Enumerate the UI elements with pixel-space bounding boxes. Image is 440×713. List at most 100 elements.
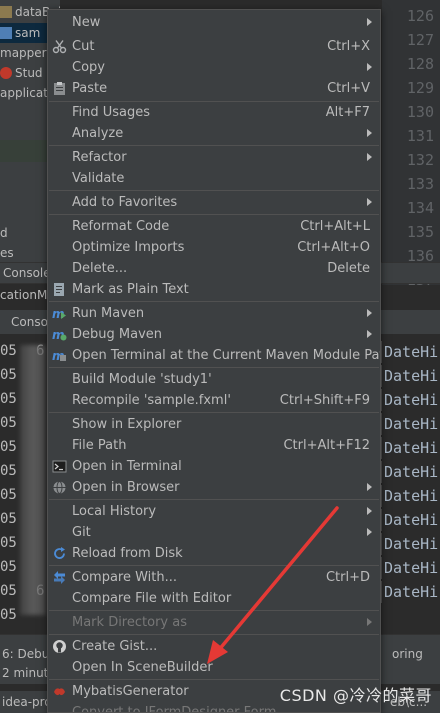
menu-item-compare-file-with-editor[interactable]: Compare File with Editor	[48, 588, 380, 609]
menu-item-refactor[interactable]: Refactor	[48, 147, 380, 168]
menu-item-open-in-browser[interactable]: Open in Browser	[48, 477, 380, 498]
menu-separator	[49, 145, 379, 146]
menu-item-add-to-favorites[interactable]: Add to Favorites	[48, 192, 380, 213]
menu-separator	[49, 610, 379, 611]
submenu-arrow-icon	[367, 198, 372, 206]
context-menu: New Cut Ctrl+X Copy Paste Ctrl+V Find Us…	[47, 9, 381, 713]
menu-item-debug-maven[interactable]: m Debug Maven	[48, 324, 380, 345]
tab-profiling[interactable]: oring	[392, 647, 423, 661]
menu-item-open-in-terminal[interactable]: Open in Terminal	[48, 456, 380, 477]
menu-item-show-in-explorer[interactable]: Show in Explorer	[48, 414, 380, 435]
menu-item-optimize-imports[interactable]: Optimize Imports Ctrl+Alt+O	[48, 237, 380, 258]
console-line-prefix: 05	[0, 391, 17, 407]
menu-item-mark-plain-text[interactable]: Mark as Plain Text	[48, 279, 380, 300]
console-line: DateHi	[380, 556, 438, 580]
clipboard-icon	[52, 81, 67, 96]
line-number: 130	[406, 103, 434, 121]
submenu-arrow-icon	[367, 330, 372, 338]
menu-item-open-in-scenebuilder[interactable]: Open In SceneBuilder	[48, 657, 380, 678]
menu-separator	[49, 634, 379, 635]
menu-item-mark-directory-as[interactable]: Mark Directory as	[48, 612, 380, 633]
console-line-prefix: 05	[0, 343, 17, 359]
console-line: DateHi	[380, 436, 438, 460]
console-line-prefix: 05	[0, 559, 17, 575]
console-line-prefix: 05	[0, 415, 17, 431]
menu-item-delete[interactable]: Delete... Delete	[48, 258, 380, 279]
plain-text-icon	[52, 282, 67, 297]
folder-icon	[0, 6, 12, 18]
submenu-arrow-icon	[367, 153, 372, 161]
mybatis-icon	[52, 684, 67, 699]
console-line-prefix: 05	[0, 535, 17, 551]
menu-separator	[49, 367, 379, 368]
menu-separator	[49, 679, 379, 680]
maven-debug-icon: m	[52, 327, 67, 342]
console-line-prefix: 05	[0, 607, 17, 623]
globe-icon	[52, 480, 67, 495]
status-path: idea-pro	[2, 695, 52, 709]
console-line: DateHi	[380, 580, 438, 604]
menu-item-find-usages[interactable]: Find Usages Alt+F7	[48, 102, 380, 123]
submenu-arrow-icon	[367, 618, 372, 626]
maven-terminal-icon: m	[52, 348, 67, 363]
console-line: DateHi	[380, 508, 438, 532]
editor-gutter: 126 127 128 129 130 131 132 133 134 135 …	[382, 0, 440, 289]
submenu-arrow-icon	[367, 528, 372, 536]
console-line: DateHi	[380, 388, 438, 412]
menu-item-reload-from-disk[interactable]: Reload from Disk	[48, 543, 380, 564]
submenu-arrow-icon	[367, 63, 372, 71]
menu-item-new[interactable]: New	[48, 12, 380, 33]
compare-icon	[52, 570, 67, 585]
console-line: DateHi	[380, 340, 438, 364]
menu-item-open-terminal-maven[interactable]: m Open Terminal at the Current Maven Mod…	[48, 345, 380, 366]
submenu-arrow-icon	[367, 309, 372, 317]
console-line: DateHi	[380, 484, 438, 508]
menu-separator	[49, 412, 379, 413]
menu-separator	[49, 301, 379, 302]
menu-item-analyze[interactable]: Analyze	[48, 123, 380, 144]
submenu-arrow-icon	[367, 129, 372, 137]
menu-item-paste[interactable]: Paste Ctrl+V	[48, 78, 380, 99]
menu-item-copy[interactable]: Copy	[48, 57, 380, 78]
menu-item-git[interactable]: Git	[48, 522, 380, 543]
terminal-icon	[52, 459, 67, 474]
console-line: DateHi	[380, 532, 438, 556]
menu-item-reformat-code[interactable]: Reformat Code Ctrl+Alt+L	[48, 216, 380, 237]
menu-separator	[49, 190, 379, 191]
console-line-prefix: 05	[0, 367, 17, 383]
line-number: 127	[406, 31, 434, 49]
github-icon	[52, 639, 67, 654]
menu-item-local-history[interactable]: Local History	[48, 501, 380, 522]
tab-console-top[interactable]: Console	[0, 263, 54, 283]
class-icon	[0, 67, 12, 79]
blurred-region	[20, 345, 46, 615]
menu-item-create-gist[interactable]: Create Gist...	[48, 636, 380, 657]
tab-application[interactable]: cationM	[0, 288, 47, 302]
menu-item-validate[interactable]: Validate	[48, 168, 380, 189]
menu-separator	[49, 565, 379, 566]
menu-item-run-maven[interactable]: m Run Maven	[48, 303, 380, 324]
menu-separator	[49, 499, 379, 500]
menu-item-compare-with[interactable]: Compare With... Ctrl+D	[48, 567, 380, 588]
console-line-prefix: 05	[0, 511, 17, 527]
watermark: CSDN @冷冷的菜哥	[279, 686, 432, 705]
console-line-prefix: 05	[0, 439, 17, 455]
line-number: 133	[406, 175, 434, 193]
console-line-prefix: 05	[0, 583, 17, 599]
line-number: 126	[406, 7, 434, 25]
menu-item-recompile[interactable]: Recompile 'sample.fxml' Ctrl+Shift+F9	[48, 390, 380, 411]
line-number: 129	[406, 79, 434, 97]
submenu-arrow-icon	[367, 18, 372, 26]
menu-item-build-module[interactable]: Build Module 'study1'	[48, 369, 380, 390]
console-line: DateHi	[380, 364, 438, 388]
menu-item-file-path[interactable]: File Path Ctrl+Alt+F12	[48, 435, 380, 456]
line-number: 135	[406, 223, 434, 241]
line-number: 131	[406, 127, 434, 145]
fxml-file-icon	[0, 27, 12, 39]
console-line: DateHi	[380, 460, 438, 484]
line-number: 132	[406, 151, 434, 169]
menu-item-cut[interactable]: Cut Ctrl+X	[48, 36, 380, 57]
line-number: 128	[406, 55, 434, 73]
submenu-arrow-icon	[367, 483, 372, 491]
scissors-icon	[52, 39, 67, 54]
